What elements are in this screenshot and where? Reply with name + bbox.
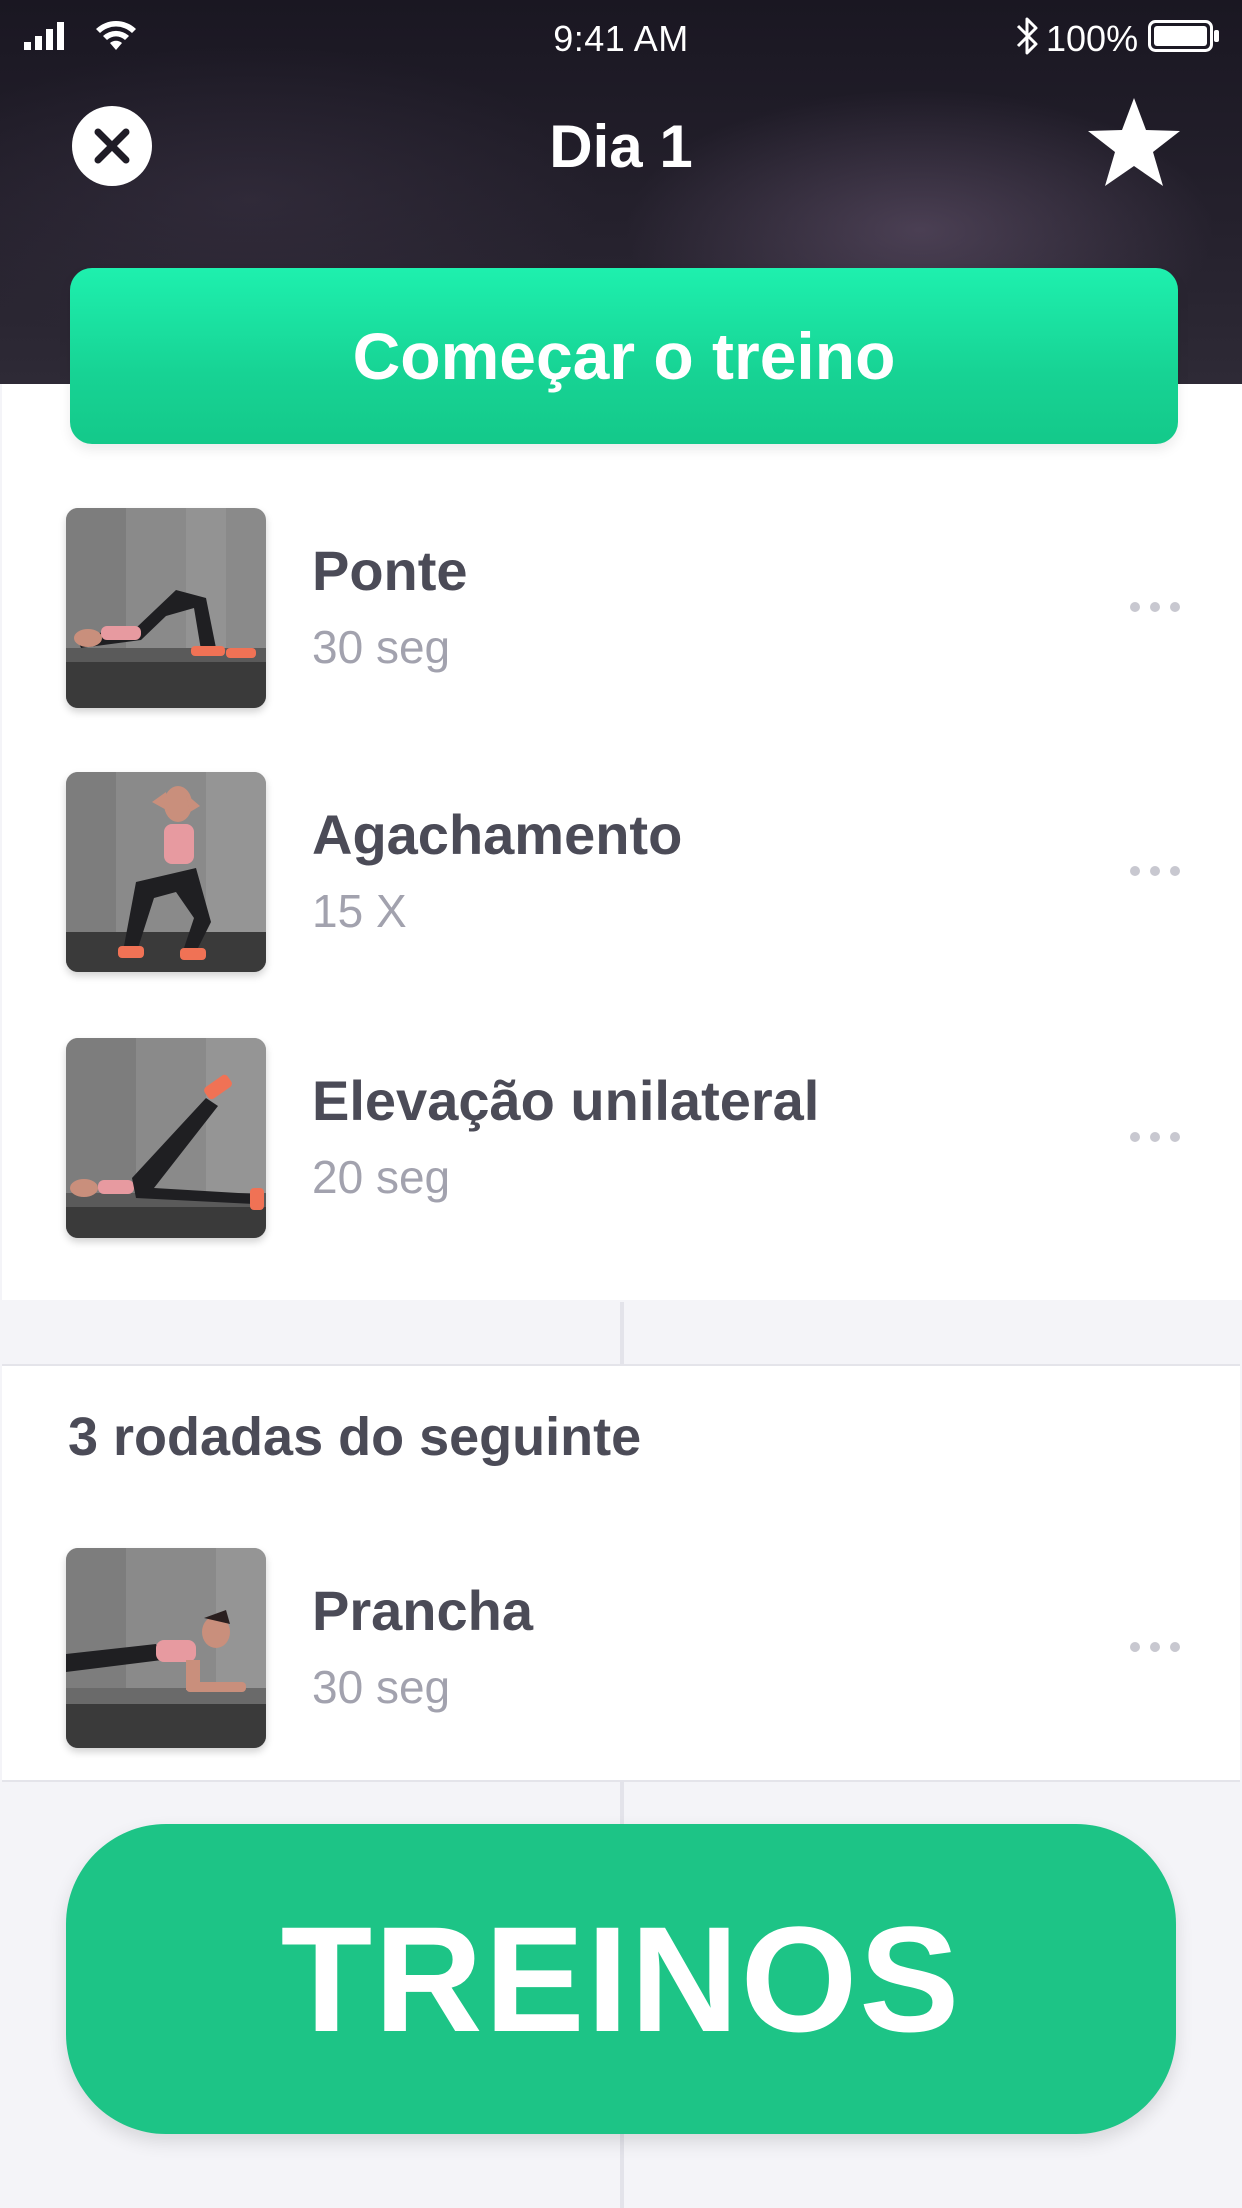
workouts-button[interactable]: TREINOS xyxy=(66,1824,1176,2134)
more-options-icon[interactable] xyxy=(1128,1130,1182,1144)
rounds-label: 3 rodadas do seguinte xyxy=(68,1407,642,1467)
list-item[interactable]: Elevação unilateral 20 seg xyxy=(2,1038,1242,1238)
start-workout-button[interactable]: Começar o treino xyxy=(70,268,1178,444)
more-options-icon[interactable] xyxy=(1128,1640,1182,1654)
battery-icon xyxy=(1148,20,1219,52)
list-item[interactable]: Ponte 30 seg xyxy=(2,508,1242,708)
exercise-name: Ponte xyxy=(312,539,468,602)
exercise-list: Ponte 30 seg Agachamento 15 X Elevação u… xyxy=(2,384,1242,1302)
exercise-detail: 30 seg xyxy=(312,621,451,673)
exercise-name: Prancha xyxy=(312,1579,533,1642)
exercise-name: Elevação unilateral xyxy=(312,1069,820,1132)
more-options-icon[interactable] xyxy=(1128,600,1182,614)
star-icon[interactable] xyxy=(1086,96,1182,188)
list-item[interactable]: Agachamento 15 X xyxy=(2,772,1242,972)
timeline-line xyxy=(620,1302,624,1364)
status-bar: 9:41 AM 100% xyxy=(0,0,1242,80)
page-title: Dia 1 xyxy=(549,113,693,180)
squat-photo xyxy=(66,772,266,972)
list-item[interactable]: Prancha 30 seg xyxy=(2,1548,1242,1748)
exercise-detail: 30 seg xyxy=(312,1661,451,1713)
exercise-detail: 20 seg xyxy=(312,1151,451,1203)
battery-percent: 100% xyxy=(1046,18,1139,59)
more-options-icon[interactable] xyxy=(1128,864,1182,878)
single-leg-raise-photo xyxy=(66,1038,266,1238)
plank-photo xyxy=(66,1548,266,1748)
exercise-detail: 15 X xyxy=(312,885,407,937)
bluetooth-icon xyxy=(1016,17,1038,55)
glute-bridge-photo xyxy=(66,508,266,708)
rounds-section: 3 rodadas do seguinte Prancha 30 seg xyxy=(2,1364,1240,1782)
exercise-name: Agachamento xyxy=(312,803,683,866)
